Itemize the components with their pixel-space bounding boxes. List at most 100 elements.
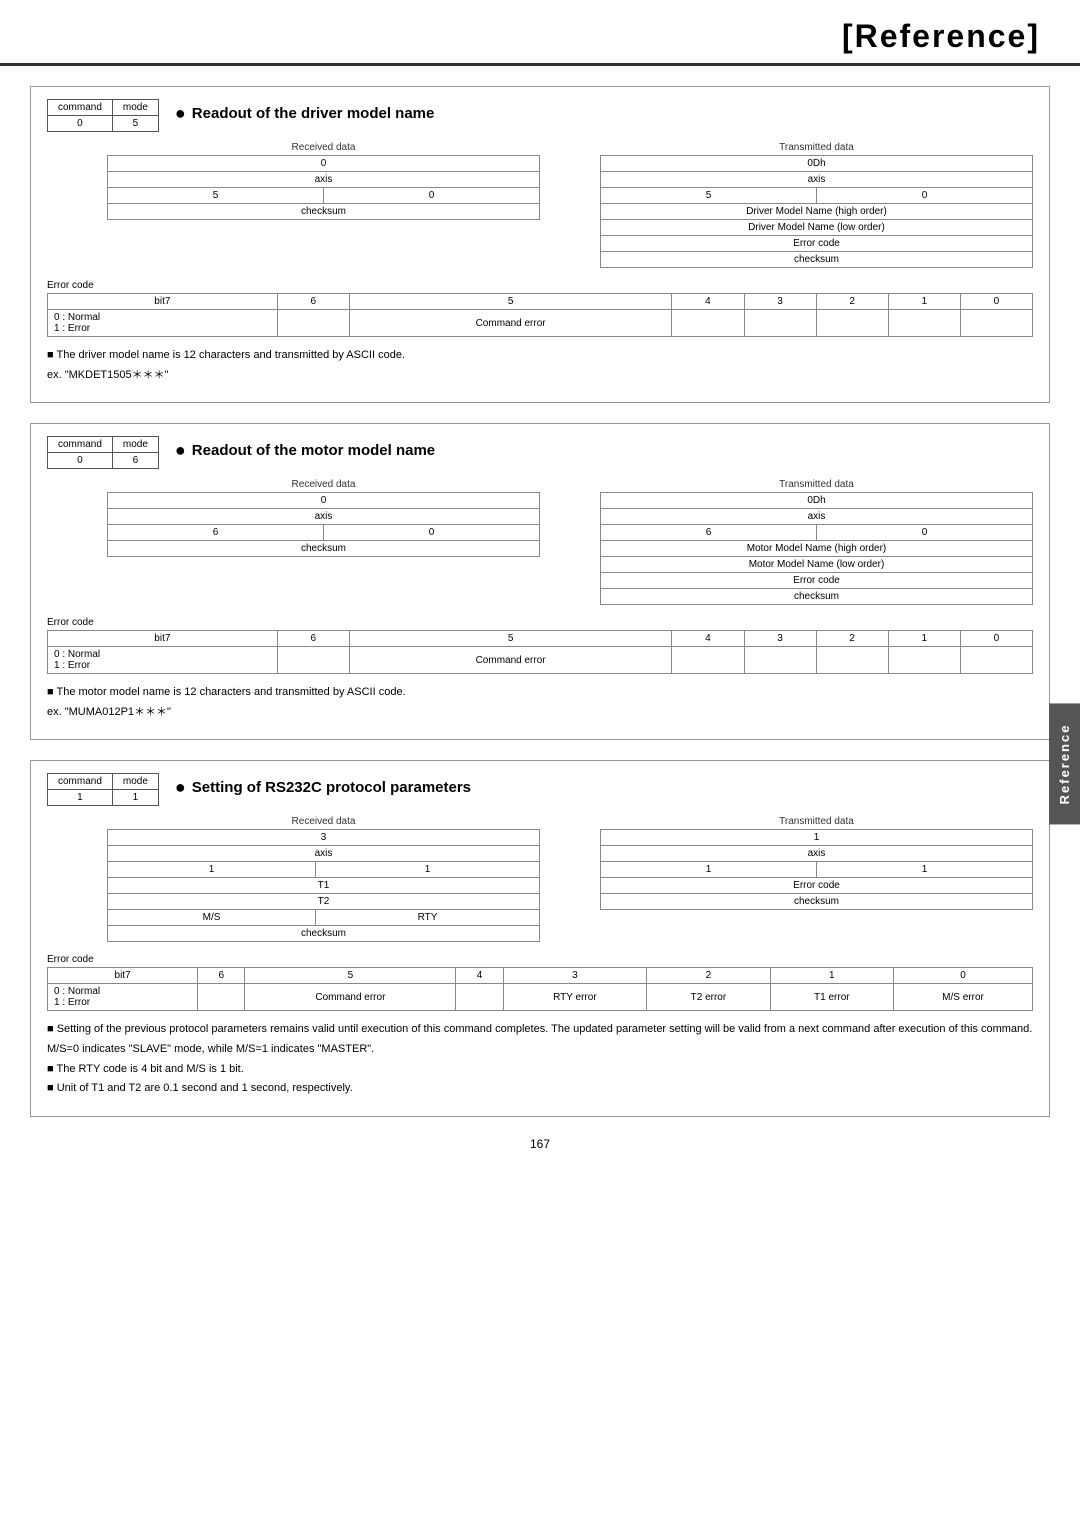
section2-received-table: 0 axis 6 0 checksum bbox=[107, 492, 540, 557]
err1-1 bbox=[888, 310, 960, 337]
section-motor-model: command mode 0 6 ● Readout of the motor … bbox=[30, 423, 1050, 740]
t1-row5: Error code bbox=[601, 236, 1033, 252]
err2-6 bbox=[277, 647, 349, 674]
section3-bullet: ● bbox=[175, 777, 186, 798]
section1-error-label: Error code bbox=[47, 280, 1033, 291]
section3-transmitted-table: 1 axis 1 1 Error code checksum bbox=[600, 829, 1033, 910]
err3-bit2: 2 bbox=[647, 968, 770, 984]
r2-row1: axis bbox=[108, 509, 540, 525]
err2-bit1: 1 bbox=[888, 631, 960, 647]
section3-data-area: Received data 3 axis 1 1 T1 T2 M/S RTY c… bbox=[107, 816, 1033, 942]
section-rs232c: command mode 1 1 ● Setting of RS232C pro… bbox=[30, 760, 1050, 1116]
section3-transmitted-label: Transmitted data bbox=[600, 816, 1033, 827]
section1-bullet: ● bbox=[175, 103, 186, 124]
err3-bit1: 1 bbox=[770, 968, 893, 984]
err2-4 bbox=[672, 647, 744, 674]
r2-row2-c1: 6 bbox=[108, 525, 324, 541]
section3-header: command mode 1 1 ● Setting of RS232C pro… bbox=[47, 773, 1033, 806]
section3-received-table: 3 axis 1 1 T1 T2 M/S RTY checksum bbox=[107, 829, 540, 942]
section3-error: Error code bit7 6 5 4 3 2 1 0 0 : Normal… bbox=[47, 954, 1033, 1011]
section1-transmitted: Transmitted data 0Dh axis 5 0 Driver Mod… bbox=[600, 142, 1033, 268]
t3-row3: Error code bbox=[601, 878, 1033, 894]
right-tab: Reference bbox=[1049, 704, 1080, 825]
t2-row2-c2: 0 bbox=[817, 525, 1033, 541]
section1-separator bbox=[560, 142, 580, 268]
section1-data-area: Received data 0 axis 5 0 checksum Transm… bbox=[107, 142, 1033, 268]
section3-error-table: bit7 6 5 4 3 2 1 0 0 : Normal1 : Error C… bbox=[47, 967, 1033, 1011]
cmd-label3: command bbox=[48, 774, 113, 790]
section2-error-label: Error code bbox=[47, 617, 1033, 628]
mode-label2: mode bbox=[112, 437, 158, 453]
t3-row2-c2: 1 bbox=[817, 862, 1033, 878]
section1-received: Received data 0 axis 5 0 checksum bbox=[107, 142, 540, 268]
t1-row0: 0Dh bbox=[601, 156, 1033, 172]
r3-row5-c1: M/S bbox=[108, 910, 316, 926]
err3-ms-error: M/S error bbox=[894, 984, 1033, 1011]
err1-bit5: 5 bbox=[349, 294, 672, 310]
section3-cmd-table: command mode 1 1 bbox=[47, 773, 159, 806]
r1-row3: checksum bbox=[108, 204, 540, 220]
t2-row6: checksum bbox=[601, 589, 1033, 605]
t1-row2-c1: 5 bbox=[601, 188, 817, 204]
r3-row0: 3 bbox=[108, 830, 540, 846]
section2-transmitted-table: 0Dh axis 6 0 Motor Model Name (high orde… bbox=[600, 492, 1033, 605]
t1-row1: axis bbox=[601, 172, 1033, 188]
section3-note1: ■ Setting of the previous protocol param… bbox=[47, 1021, 1033, 1039]
section2-title-text: Readout of the motor model name bbox=[192, 442, 435, 459]
t3-row4: checksum bbox=[601, 894, 1033, 910]
r3-row6: checksum bbox=[108, 926, 540, 942]
r3-row3: T1 bbox=[108, 878, 540, 894]
r1-row2-c2: 0 bbox=[323, 188, 539, 204]
section3-transmitted: Transmitted data 1 axis 1 1 Error code c… bbox=[600, 816, 1033, 942]
err2-bit2: 2 bbox=[816, 631, 888, 647]
err3-bit7: bit7 bbox=[48, 968, 198, 984]
r2-row2-c2: 0 bbox=[323, 525, 539, 541]
section1-error-table: bit7 6 5 4 3 2 1 0 0 : Normal1 : Error C… bbox=[47, 293, 1033, 337]
section2-cmd-table: command mode 0 6 bbox=[47, 436, 159, 469]
err3-bit4: 4 bbox=[456, 968, 503, 984]
section2-notes: ■ The motor model name is 12 characters … bbox=[47, 684, 1033, 721]
section1-notes: ■ The driver model name is 12 characters… bbox=[47, 347, 1033, 384]
right-tab-text: Reference bbox=[1057, 724, 1072, 805]
section2-received-label: Received data bbox=[107, 479, 540, 490]
section1-cmd-table: command mode 0 5 bbox=[47, 99, 159, 132]
err3-bit0: 0 bbox=[894, 968, 1033, 984]
section2-title: ● Readout of the motor model name bbox=[175, 436, 435, 461]
section1-title: ● Readout of the driver model name bbox=[175, 99, 434, 124]
section3-notes: ■ Setting of the previous protocol param… bbox=[47, 1021, 1033, 1097]
err1-6 bbox=[277, 310, 349, 337]
err1-bit2: 2 bbox=[816, 294, 888, 310]
section3-received-label: Received data bbox=[107, 816, 540, 827]
r1-row2-c1: 5 bbox=[108, 188, 324, 204]
r2-row3: checksum bbox=[108, 541, 540, 557]
err1-bit1: 1 bbox=[888, 294, 960, 310]
t1-row3: Driver Model Name (high order) bbox=[601, 204, 1033, 220]
t1-row2-c2: 0 bbox=[816, 188, 1032, 204]
section-driver-model: command mode 0 5 ● Readout of the driver… bbox=[30, 86, 1050, 403]
section3-mode: 1 bbox=[112, 790, 158, 806]
section2-data-area: Received data 0 axis 6 0 checksum Transm… bbox=[107, 479, 1033, 605]
err2-bit3: 3 bbox=[744, 631, 816, 647]
t2-row5: Error code bbox=[601, 573, 1033, 589]
err2-3 bbox=[744, 647, 816, 674]
section1-note2: ex. "MKDET1505＊＊＊" bbox=[47, 367, 1033, 385]
t3-row2-c1: 1 bbox=[601, 862, 817, 878]
err2-bit5: 5 bbox=[349, 631, 672, 647]
r1-row1: axis bbox=[108, 172, 540, 188]
err1-bit7: bit7 bbox=[48, 294, 278, 310]
section1-transmitted-table: 0Dh axis 5 0 Driver Model Name (high ord… bbox=[600, 155, 1033, 268]
page-header: [Reference] bbox=[0, 0, 1080, 66]
t2-row1: axis bbox=[601, 509, 1033, 525]
r3-row2-c1: 1 bbox=[108, 862, 316, 878]
err2-1 bbox=[888, 647, 960, 674]
err3-normal-error: 0 : Normal1 : Error bbox=[48, 984, 198, 1011]
section3-error-label: Error code bbox=[47, 954, 1033, 965]
err1-normal-error: 0 : Normal1 : Error bbox=[48, 310, 278, 337]
mode-label: mode bbox=[112, 100, 158, 116]
section3-received: Received data 3 axis 1 1 T1 T2 M/S RTY c… bbox=[107, 816, 540, 942]
section2-bullet: ● bbox=[175, 440, 186, 461]
t3-row1: axis bbox=[601, 846, 1033, 862]
section3-command: 1 bbox=[48, 790, 113, 806]
err3-4 bbox=[456, 984, 503, 1011]
err1-2 bbox=[816, 310, 888, 337]
